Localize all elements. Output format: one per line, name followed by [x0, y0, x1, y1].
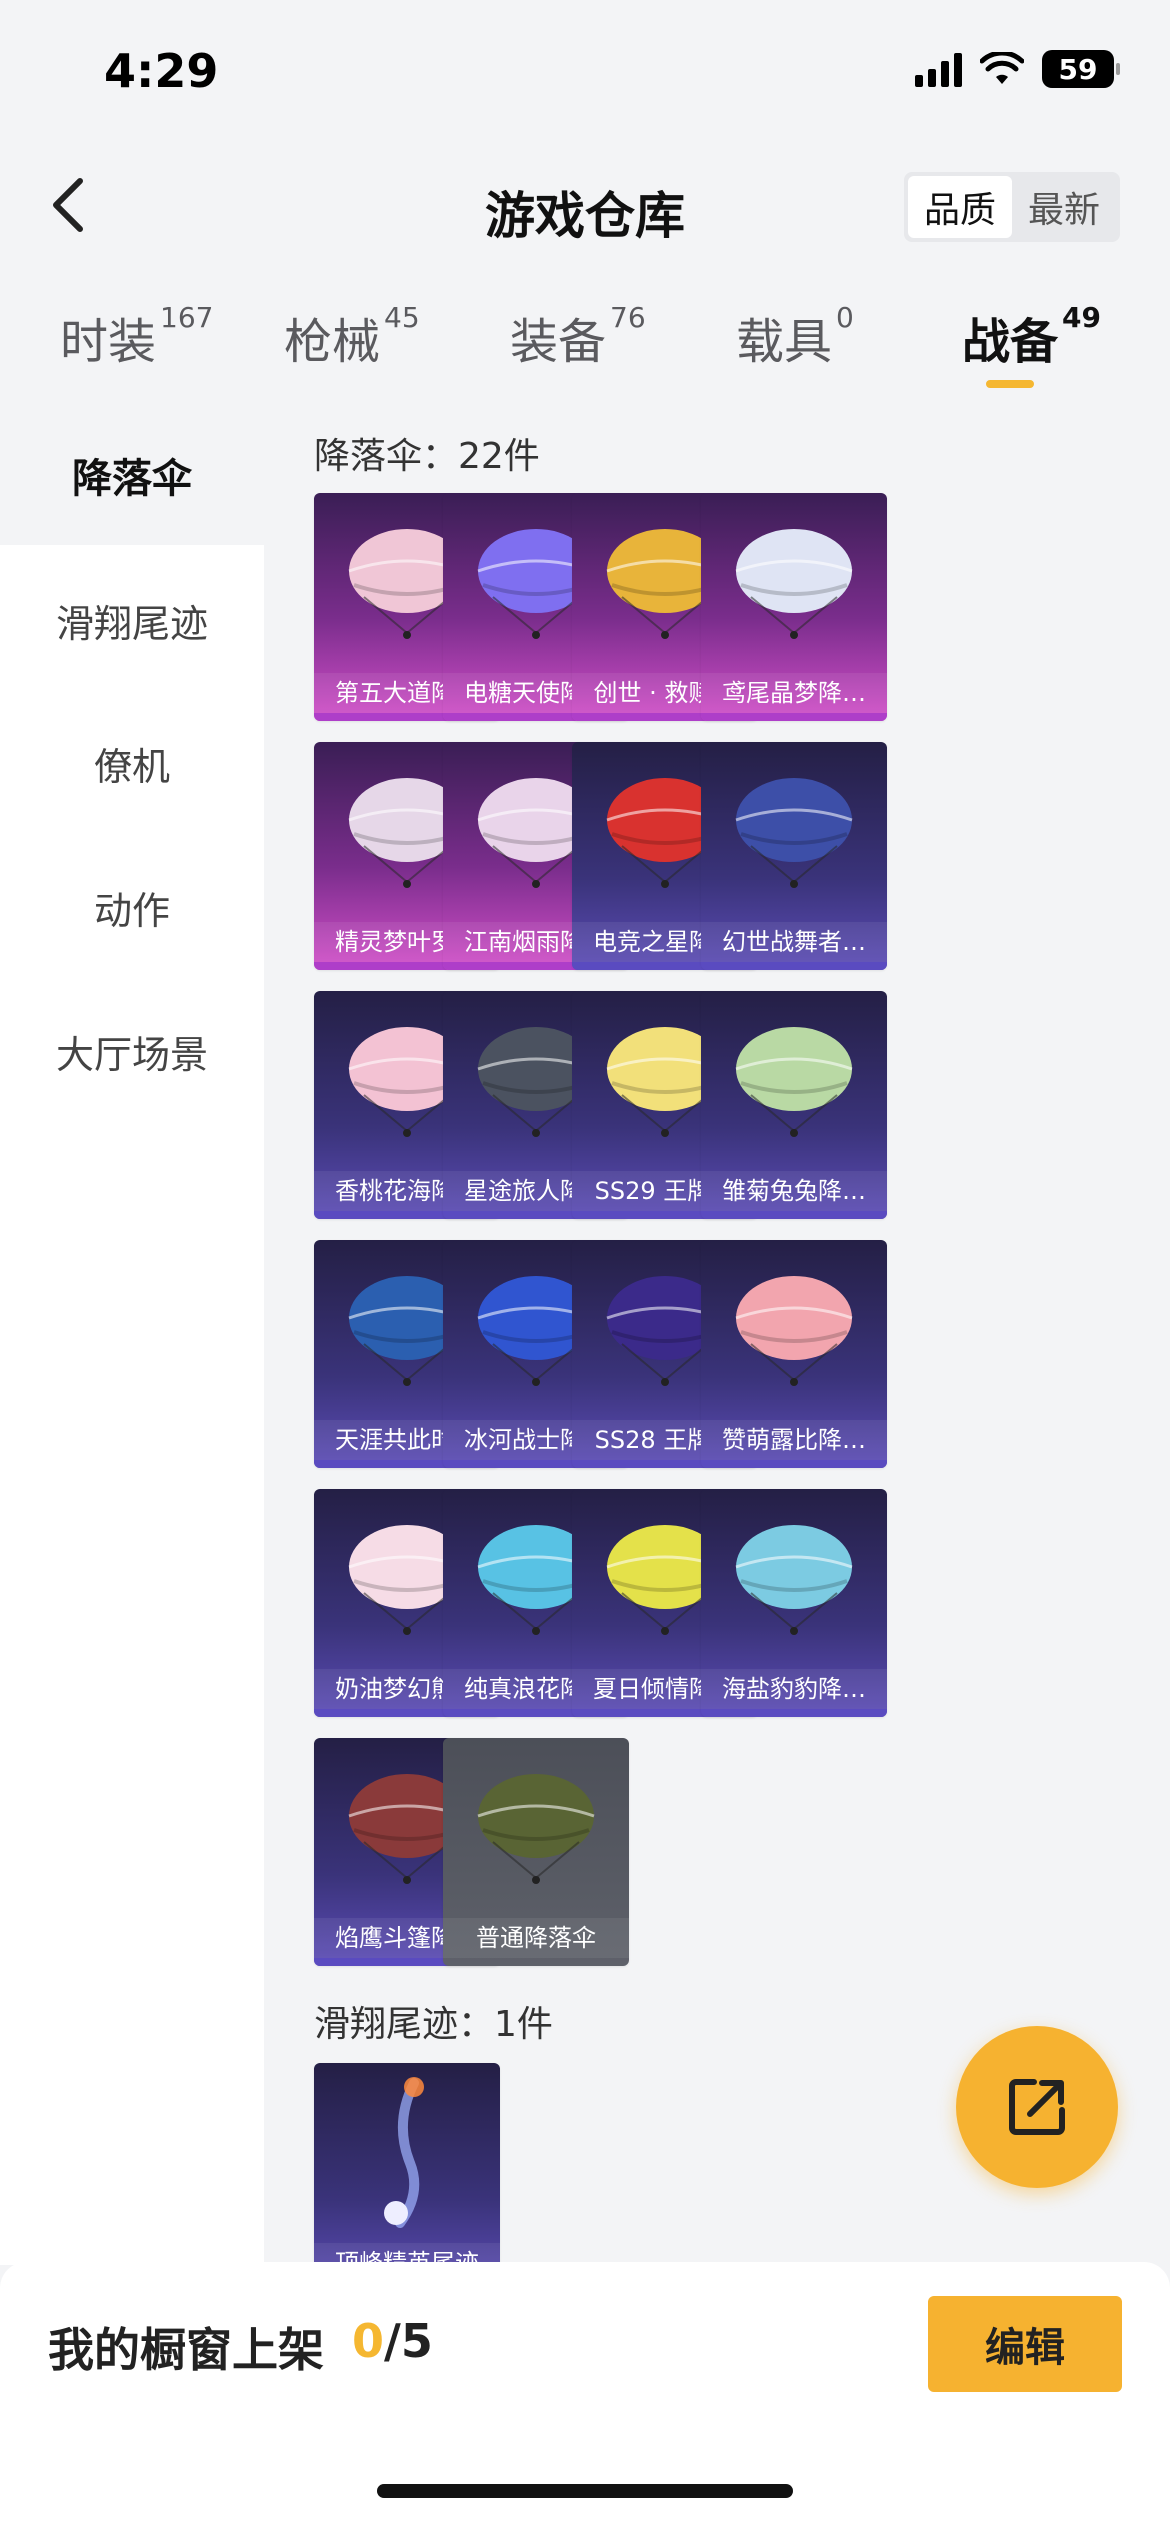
item-grid-area[interactable]: 降落伞：22件 第五大道降… 电糖天使降… 创世 · 救赎… 鸢尾晶梦降… 精灵梦叶罗…… [264, 405, 1170, 2265]
tab-label: 枪械 [284, 314, 381, 370]
tab-vehicles[interactable]: 载具 0 [736, 301, 854, 372]
sidebar-item-wingman[interactable]: 僚机 [0, 693, 264, 833]
parachute-icon [701, 991, 887, 1171]
showcase-total: /5 [384, 2314, 433, 2368]
tab-label: 战备 [962, 314, 1059, 370]
trail-card[interactable]: 顶峰精英尾迹 [314, 2063, 500, 2265]
sidebar-item-lobby-scene[interactable]: 大厅场景 [0, 981, 264, 1121]
rarity-bar [701, 1211, 887, 1219]
header: 游戏仓库 品质 最新 [0, 140, 1170, 270]
parachute-card[interactable]: 幻世战舞者… [701, 742, 887, 970]
sidebar-item-glide-trail[interactable]: 滑翔尾迹 [0, 550, 264, 690]
edit-button[interactable]: 编辑 [928, 2296, 1122, 2392]
rarity-bar [701, 1709, 887, 1717]
status-bar: 4:29 59 [0, 0, 1170, 140]
tab-count: 49 [1062, 301, 1101, 334]
active-tab-indicator [986, 380, 1034, 388]
share-icon [1009, 2079, 1065, 2135]
share-button[interactable] [956, 2026, 1118, 2188]
parachute-section-title: 降落伞：22件 [314, 436, 540, 477]
sort-toggle: 品质 最新 [903, 172, 1120, 242]
wifi-icon [980, 52, 1024, 84]
tab-count: 76 [610, 301, 646, 334]
parachute-name: 赞萌露比降… [701, 1420, 887, 1460]
parachute-icon [701, 1240, 887, 1420]
parachute-name: 鸢尾晶梦降… [701, 673, 887, 713]
glide-trail-icon [314, 2063, 500, 2243]
tab-count: 45 [384, 301, 420, 334]
category-tabs: 时装 167 枪械 45 装备 76 载具 0 战备 49 [0, 280, 1170, 400]
tab-equipment[interactable]: 装备 76 [510, 301, 646, 372]
sidebar-item-emote[interactable]: 动作 [0, 837, 264, 977]
parachute-card[interactable]: 鸢尾晶梦降… [701, 493, 887, 721]
battery-level: 59 [1058, 52, 1098, 86]
status-time: 4:29 [104, 44, 219, 98]
parachute-icon [701, 493, 887, 673]
rarity-bar [701, 713, 887, 721]
parachute-name: 雏菊兔兔降… [701, 1171, 887, 1211]
tab-combat-gear[interactable]: 战备 49 [962, 301, 1101, 372]
home-indicator [377, 2484, 793, 2498]
parachute-card[interactable]: 普通降落伞 [443, 1738, 629, 1966]
showcase-current: 0 [352, 2314, 385, 2368]
sort-by-quality[interactable]: 品质 [907, 176, 1012, 238]
parachute-name: 幻世战舞者… [701, 922, 887, 962]
tab-label: 时装 [60, 314, 157, 370]
cellular-signal-icon [915, 51, 962, 87]
rarity-bar [443, 1958, 629, 1966]
rarity-bar [701, 1460, 887, 1468]
parachute-name: 海盐豹豹降… [701, 1669, 887, 1709]
parachute-card[interactable]: 赞萌露比降… [701, 1240, 887, 1468]
parachute-icon [701, 742, 887, 922]
sidebar: 降落伞 滑翔尾迹 僚机 动作 大厅场景 [0, 405, 264, 2265]
parachute-icon [701, 1489, 887, 1669]
sort-by-newest[interactable]: 最新 [1012, 176, 1116, 238]
tab-count: 167 [160, 301, 214, 334]
showcase-count: 0/5 [352, 2314, 433, 2368]
showcase-label: 我的橱窗上架 [48, 2323, 324, 2377]
parachute-card[interactable]: 雏菊兔兔降… [701, 991, 887, 1219]
parachute-icon [443, 1738, 629, 1918]
rarity-bar [701, 962, 887, 970]
sidebar-item-parachute[interactable]: 降落伞 [0, 405, 264, 545]
tab-weapons[interactable]: 枪械 45 [284, 301, 420, 372]
tab-outfits[interactable]: 时装 167 [60, 301, 214, 372]
parachute-name: 普通降落伞 [443, 1918, 629, 1958]
battery-icon: 59 [1042, 50, 1120, 88]
tab-label: 装备 [510, 314, 607, 370]
parachute-card[interactable]: 海盐豹豹降… [701, 1489, 887, 1717]
tab-label: 载具 [736, 314, 833, 370]
trail-section-title: 滑翔尾迹：1件 [314, 2004, 553, 2045]
status-icons: 59 [915, 50, 1120, 88]
tab-count: 0 [836, 301, 854, 334]
